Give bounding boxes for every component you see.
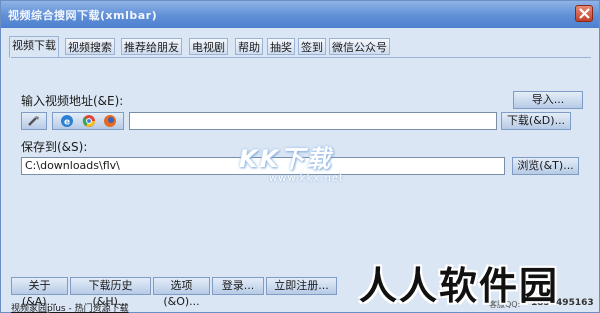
tab-bar: 视频下载 视频搜索 推荐给朋友 电视剧 帮助 抽奖 签到 微信公众号	[1, 28, 599, 58]
import-button[interactable]: 导入...	[513, 91, 583, 109]
save-label: 保存到(&S):	[21, 140, 88, 154]
options-button[interactable]: 选项(&O)...	[153, 277, 210, 308]
browse-button[interactable]: 浏览(&T)...	[512, 157, 579, 175]
tools-button[interactable]	[21, 112, 47, 130]
tab-recommend[interactable]: 推荐给朋友	[121, 38, 182, 55]
tab-video-download[interactable]: 视频下载	[9, 36, 59, 58]
svg-text:e: e	[64, 118, 70, 128]
tools-icon	[28, 116, 39, 126]
tab-wechat[interactable]: 微信公众号	[329, 38, 390, 55]
url-input[interactable]	[129, 112, 497, 130]
url-label: 输入视频地址(&E):	[21, 94, 124, 108]
tab-lottery[interactable]: 抽奖	[267, 38, 295, 55]
watermark-logo: KK下载	[239, 145, 333, 173]
ie-icon: e	[61, 115, 73, 128]
close-button[interactable]	[575, 5, 593, 22]
tab-video-search[interactable]: 视频搜索	[65, 38, 115, 55]
history-button[interactable]: 下载历史(&H)...	[70, 277, 151, 308]
firefox-icon	[104, 115, 116, 127]
site-logo: 人人软件园	[359, 255, 595, 313]
login-button[interactable]: 登录...	[212, 277, 264, 295]
chrome-icon	[82, 115, 95, 127]
window-title: 视频综合搜网下载(xmlbar)	[8, 9, 158, 22]
status-link[interactable]: 视频家园plus - 热门资源下载	[11, 301, 129, 313]
watermark-url: www.kkx.net	[269, 173, 344, 184]
tab-tv-series[interactable]: 电视剧	[189, 38, 228, 55]
close-icon	[579, 8, 590, 19]
title-bar[interactable]: 视频综合搜网下载(xmlbar)	[1, 1, 599, 28]
about-button[interactable]: 关于(&A)...	[11, 277, 68, 308]
logo-text: 人人软件园	[359, 263, 560, 308]
register-button[interactable]: 立即注册...	[266, 277, 337, 295]
tab-checkin[interactable]: 签到	[298, 38, 326, 55]
download-button[interactable]: 下载(&D)...	[501, 112, 571, 130]
tab-help[interactable]: 帮助	[235, 38, 263, 55]
browser-buttons[interactable]: e	[52, 112, 124, 130]
main-window: 视频综合搜网下载(xmlbar) 视频下载 视频搜索 推荐给朋友 电视剧 帮助 …	[0, 0, 600, 313]
